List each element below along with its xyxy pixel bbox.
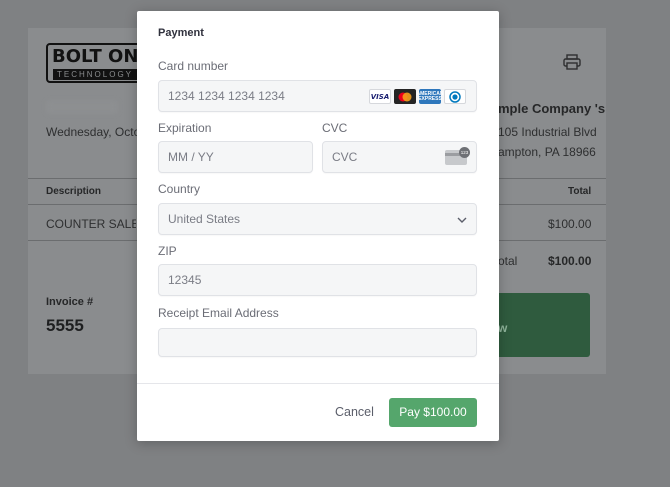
- table-header-description: Description: [46, 186, 102, 197]
- blurred-customer-name: [46, 100, 118, 114]
- expiration-input[interactable]: MM / YY: [158, 141, 313, 173]
- payment-modal: Payment Card number 1234 1234 1234 1234 …: [137, 11, 499, 441]
- pay-button[interactable]: Pay $100.00: [389, 398, 477, 427]
- table-header-total: Total: [568, 186, 592, 197]
- printer-icon[interactable]: [563, 54, 581, 70]
- cancel-button[interactable]: Cancel: [335, 405, 374, 419]
- card-brands: VISA AMERICAN EXPRESS: [369, 89, 466, 104]
- subtotal-label: otal: [498, 254, 518, 268]
- logo-subtext: TECHNOLOGY: [53, 69, 138, 80]
- zip-input[interactable]: 12345: [158, 264, 477, 296]
- country-select[interactable]: United States: [158, 203, 477, 235]
- company-logo: BOLT ON TECHNOLOGY: [46, 43, 146, 83]
- card-number-label: Card number: [158, 59, 229, 73]
- expiration-label: Expiration: [158, 121, 212, 135]
- receipt-email-input[interactable]: [158, 328, 477, 357]
- cvc-input[interactable]: CVC 123: [322, 141, 477, 173]
- logo-text: BOLT ON: [52, 46, 139, 67]
- modal-divider: [137, 383, 499, 384]
- amex-icon: AMERICAN EXPRESS: [417, 89, 443, 104]
- modal-title: Payment: [158, 27, 204, 39]
- invoice-number: 5555: [46, 316, 84, 335]
- subtotal-amount: $100.00: [548, 254, 592, 268]
- country-label: Country: [158, 182, 201, 196]
- company-name: mple Company 's: [498, 101, 606, 116]
- mastercard-icon: [394, 89, 416, 104]
- company-address-line1: 105 Industrial Blvd: [498, 125, 597, 139]
- receipt-email-label: Receipt Email Address: [158, 306, 279, 320]
- table-row-description: COUNTER SALE TH: [46, 217, 136, 231]
- chevron-down-icon: [457, 217, 467, 223]
- company-address-line2: ampton, PA 18966: [498, 145, 596, 159]
- cvc-label: CVC: [322, 121, 348, 135]
- invoice-number-label: Invoice #: [46, 296, 94, 308]
- cvc-card-icon: 123: [445, 147, 470, 165]
- country-selected-value: United States: [168, 212, 241, 226]
- visa-icon: VISA: [369, 89, 391, 104]
- diners-icon: [444, 89, 466, 104]
- zip-label: ZIP: [158, 244, 177, 258]
- table-row-amount: $100.00: [548, 217, 592, 231]
- card-number-input[interactable]: 1234 1234 1234 1234 VISA AMERICAN EXPRES…: [158, 80, 477, 112]
- card-number-placeholder: 1234 1234 1234 1234: [168, 89, 285, 103]
- invoice-date: Wednesday, Octob: [46, 125, 147, 139]
- cvc-placeholder: CVC: [332, 150, 358, 164]
